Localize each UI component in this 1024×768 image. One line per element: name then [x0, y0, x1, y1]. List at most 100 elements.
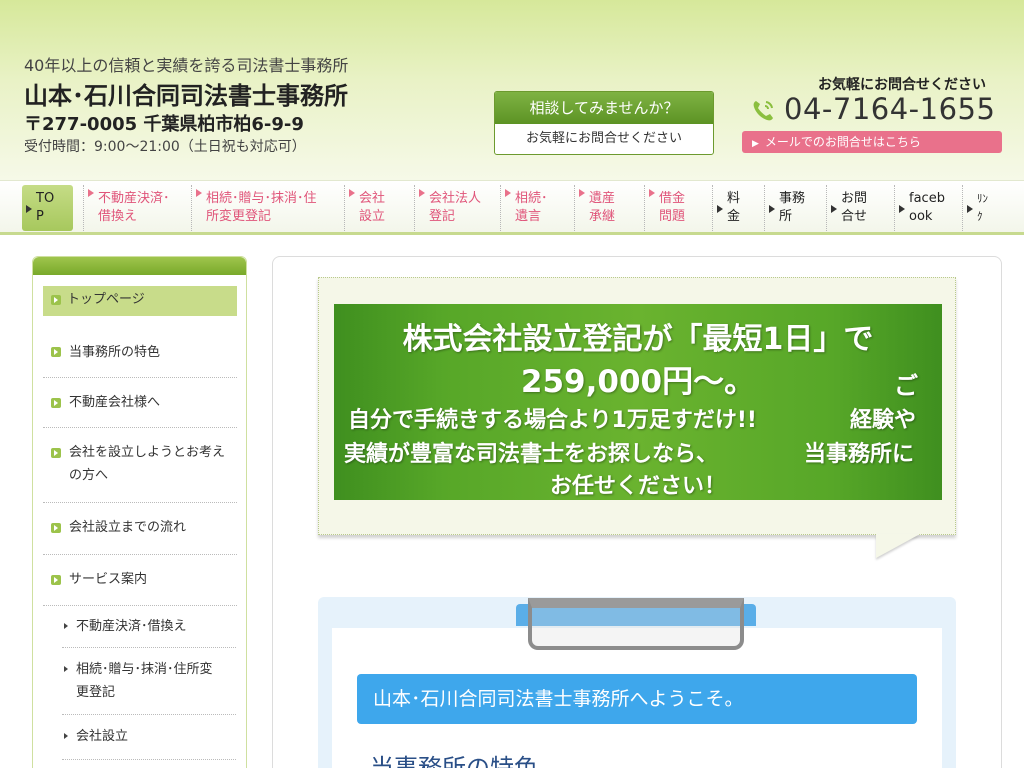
nav-label: P — [36, 209, 44, 224]
consult-subtext: お気軽にお問合せください — [525, 131, 682, 146]
sidebar-item-label: サービス案内 — [69, 572, 148, 587]
nav-item-office[interactable]: 事務所 — [764, 185, 818, 231]
nav-label: 会社法人 — [429, 191, 482, 206]
nav-label: 借換え — [98, 209, 138, 224]
phone-number[interactable]: 04-7164-1655 — [784, 92, 995, 126]
banner-text-line3: 自分で手続きする場合より1万足すだけ!! — [348, 408, 757, 433]
promo-banner: 株式会社設立登記が「最短1日」で 259,000円～。 ご 自分で手続きする場合… — [334, 304, 942, 500]
nav-label: 相続･贈与･抹消･住 — [206, 191, 317, 206]
site-title[interactable]: 山本･石川合同司法書士事務所 — [24, 76, 348, 111]
office-hours: 受付時間：9:00～21:00（土日祝も対応可） — [24, 139, 306, 155]
sidebar-item-top-page[interactable]: トップページ — [43, 286, 237, 316]
nav-item-company-setup[interactable]: 会社 設立 — [344, 185, 406, 231]
nav-label: お問 — [841, 191, 868, 206]
features-heading: 当事務所の特色 — [370, 754, 538, 768]
arrow-square-icon — [51, 398, 61, 408]
nav-label: 事務 — [779, 191, 806, 206]
arrow-square-icon — [51, 523, 61, 533]
arrow-right-icon — [88, 189, 94, 197]
nav-label: TO — [36, 191, 55, 206]
nav-item-estate-succession[interactable]: 遺産 承継 — [574, 185, 638, 231]
arrow-right-icon — [899, 205, 905, 213]
contact-label: お気軽にお問合せください — [818, 77, 986, 93]
sidebar-item-label: の方へ — [69, 468, 109, 483]
nav-label: ook — [909, 209, 933, 224]
nav-item-fees[interactable]: 料金 — [712, 185, 756, 231]
sidebar-item-real-estate-companies[interactable]: 不動産会社様へ — [43, 378, 237, 428]
arrow-right-icon — [579, 189, 585, 197]
office-address: 〒277-0005 千葉県柏市柏6-9-9 — [24, 114, 304, 135]
sidebar-item-setup-flow[interactable]: 会社設立までの流れ — [43, 503, 237, 555]
sidebar-item-services[interactable]: サービス案内 — [43, 555, 237, 606]
nav-item-inheritance-registration[interactable]: 相続･贈与･抹消･住 所変更登記 — [191, 185, 334, 231]
banner-text-line4-end: 当事務所に — [804, 442, 915, 467]
sidebar-subitem-inheritance[interactable]: 相続･贈与･抹消･住所変 更登記 — [62, 648, 236, 715]
arrow-right-icon — [196, 189, 202, 197]
nav-label: 借金 — [659, 191, 686, 206]
arrow-square-icon — [51, 575, 61, 585]
sidebar-item-label: 会社を設立しようとお考え — [69, 445, 226, 460]
arrow-right-icon — [349, 189, 355, 197]
sidebar-item-label: トップページ — [67, 292, 145, 307]
banner-price-text: 259,000円～。 — [520, 364, 756, 400]
nav-label: 合せ — [841, 209, 868, 224]
arrow-right-icon — [649, 189, 655, 197]
nav-label: faceb — [909, 191, 945, 206]
arrow-right-icon — [717, 205, 723, 213]
sidebar-item-company-founders[interactable]: 会社を設立しようとお考え の方へ — [43, 428, 237, 503]
nav-label: 金 — [727, 209, 741, 224]
arrow-right-icon — [26, 205, 32, 213]
nav-label: 登記 — [429, 209, 456, 224]
nav-label: ﾘﾝ — [977, 192, 988, 205]
nav-label: 所変更登記 — [206, 209, 272, 224]
play-arrow-icon: ▶ — [752, 139, 759, 149]
banner-text-line5: お任せください！ — [549, 474, 726, 499]
sidebar-item-label: 当事務所の特色 — [69, 345, 161, 360]
arrow-right-icon — [967, 205, 973, 213]
nav-label: 不動産決済･ — [98, 191, 170, 206]
nav-label: ｸ — [977, 210, 983, 223]
mail-contact-button[interactable]: ▶ メールでのお問合せはこちら — [742, 131, 1002, 153]
site-header: 40年以上の信頼と実績を誇る司法書士事務所 山本･石川合同司法書士事務所 〒27… — [0, 0, 1024, 180]
sidebar-subitem-company-setup[interactable]: 会社設立 — [62, 715, 236, 760]
arrow-right-icon — [64, 623, 68, 629]
clipboard-clip-icon — [528, 598, 744, 650]
nav-item-top[interactable]: TO P — [22, 185, 73, 231]
sidebar-item-label: 会社設立までの流れ — [69, 520, 187, 535]
nav-item-real-estate[interactable]: 不動産決済･ 借換え — [83, 185, 181, 231]
arrow-right-icon — [831, 205, 837, 213]
mail-contact-label: メールでのお問合せはこちら — [764, 135, 921, 149]
nav-item-links[interactable]: ﾘﾝ ｸ — [962, 185, 1004, 231]
nav-label: 料 — [727, 191, 741, 206]
sidebar-subitem-label: 更登記 — [76, 685, 116, 700]
banner-text-line4: 実績が豊富な司法書士をお探しなら、 — [344, 442, 719, 467]
banner-text-line3-end: 経験や — [850, 408, 917, 433]
arrow-square-icon — [51, 448, 61, 458]
consult-box[interactable]: 相談してみませんか？ お気軽にお問合せください — [494, 91, 714, 155]
nav-label: 会社 — [359, 191, 386, 206]
arrow-right-icon — [505, 189, 511, 197]
phone-icon — [753, 101, 773, 121]
arrow-square-icon — [51, 295, 61, 305]
nav-item-debt[interactable]: 借金 問題 — [644, 185, 706, 231]
nav-item-inheritance-will[interactable]: 相続･ 遺言 — [500, 185, 566, 231]
sidebar-item-label: 不動産会社様へ — [69, 395, 161, 410]
nav-label: 所 — [779, 209, 793, 224]
banner-headline: 株式会社設立登記が「最短1日」で — [402, 322, 874, 357]
global-nav: TO P 不動産決済･ 借換え 相続･贈与･抹消･住 所変更登記 会社 設立 会社法人登… — [0, 180, 1024, 235]
nav-item-contact[interactable]: お問 合せ — [826, 185, 886, 231]
nav-item-corporate-registration[interactable]: 会社法人 登記 — [414, 185, 492, 231]
sidebar-subitem-real-estate[interactable]: 不動産決済･借換え — [62, 606, 236, 648]
arrow-right-icon — [419, 189, 425, 197]
arrow-square-icon — [51, 347, 61, 357]
consult-heading: 相談してみませんか？ — [495, 92, 713, 124]
sidebar-item-features[interactable]: 当事務所の特色 — [43, 330, 237, 378]
sidebar-subitem-label: 不動産決済･借換え — [76, 619, 187, 634]
speech-bubble-tail — [876, 534, 920, 558]
nav-item-facebook[interactable]: faceb ook — [894, 185, 954, 231]
banner-text-fragment: ご — [894, 372, 918, 400]
nav-label: 問題 — [659, 209, 686, 224]
nav-label: 相続･ — [515, 191, 548, 206]
banner-price: 259,000円～。 — [334, 356, 942, 401]
sidebar-subitem-label: 相続･贈与･抹消･住所変 — [76, 662, 213, 677]
